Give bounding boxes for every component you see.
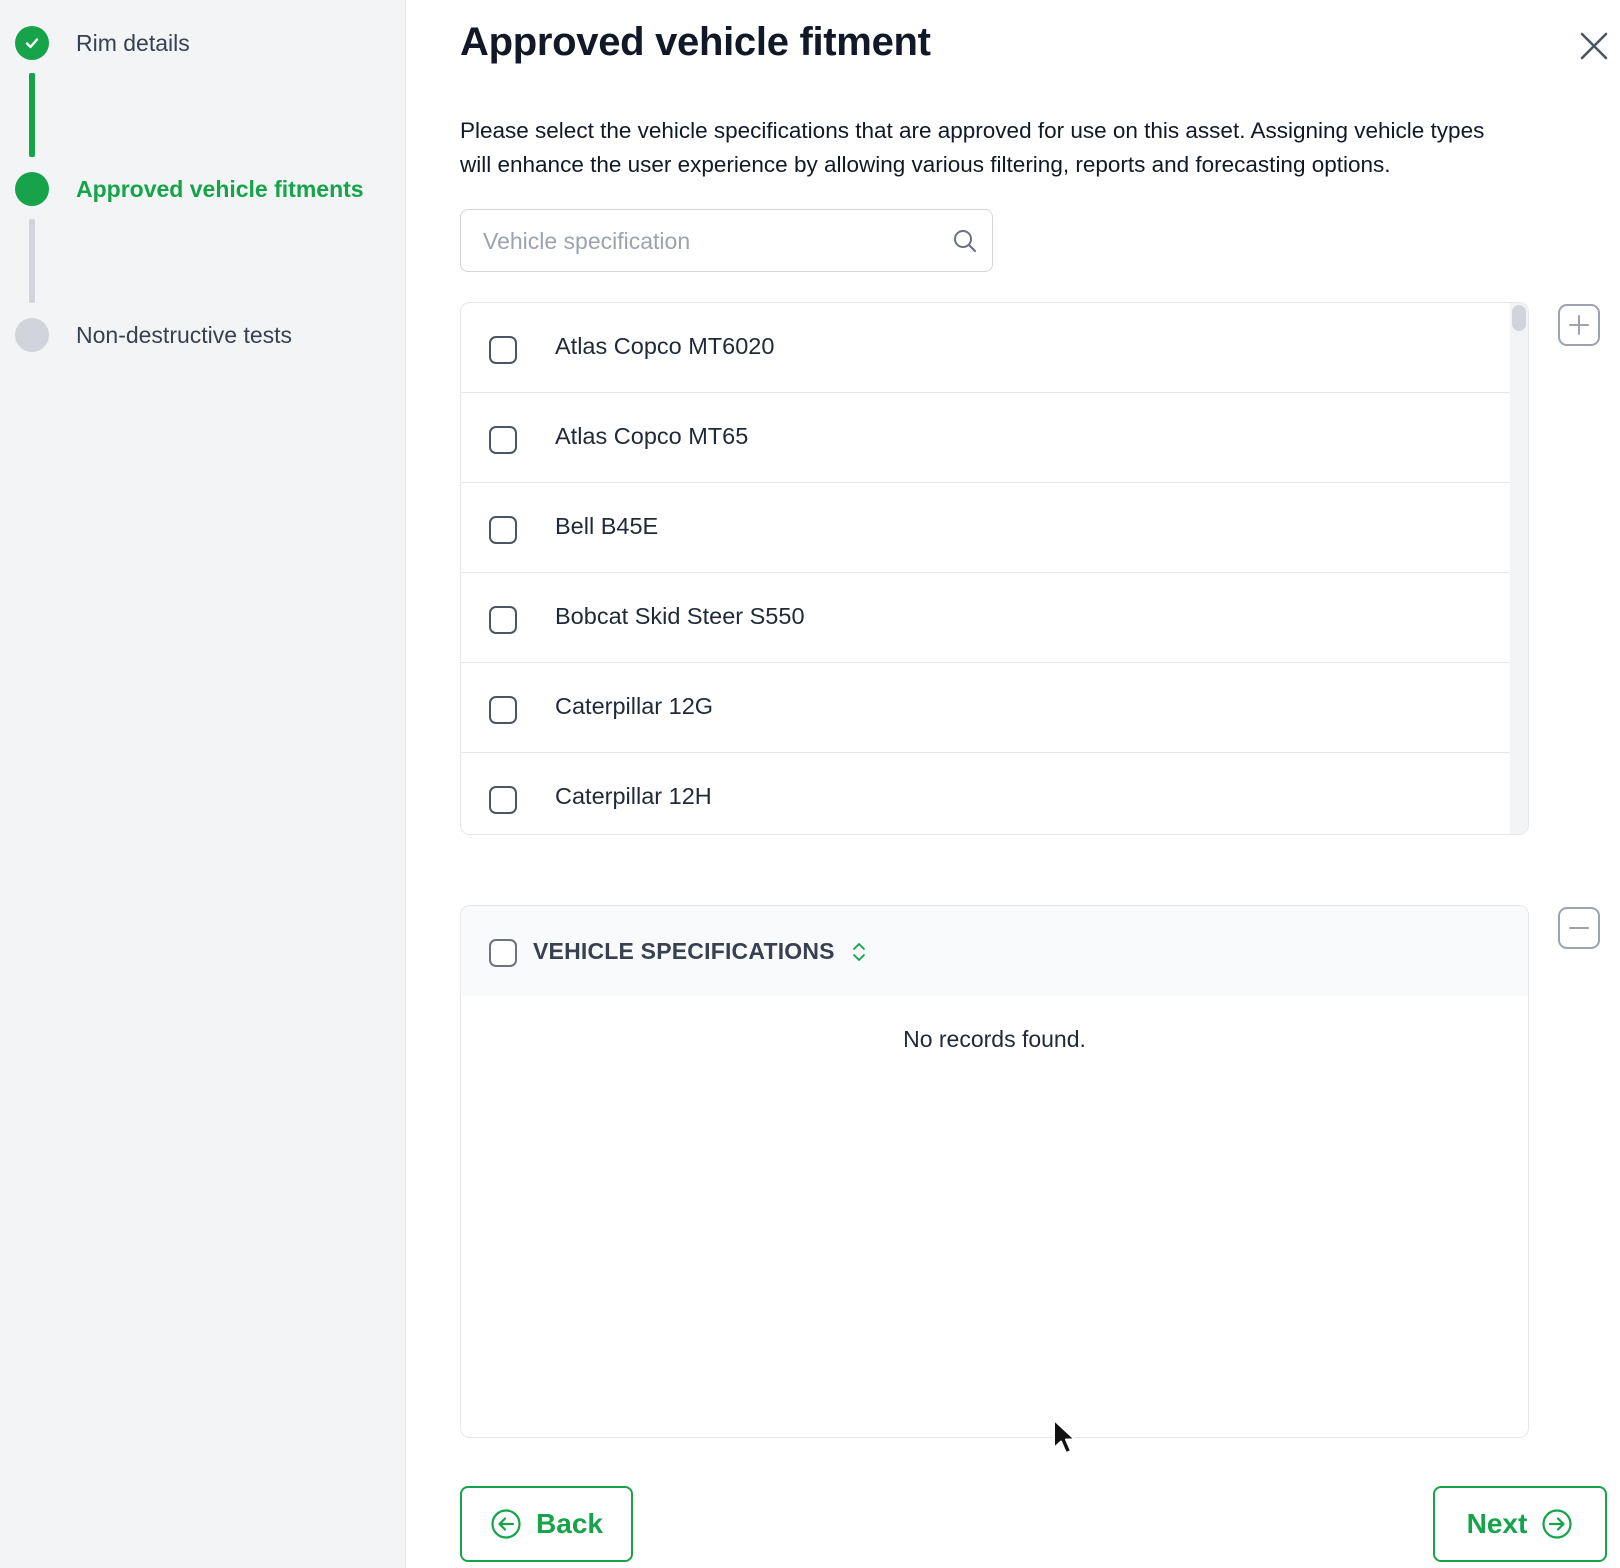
list-item-label: Atlas Copco MT65: [555, 423, 749, 449]
remove-selected-button[interactable]: [1558, 907, 1600, 949]
vehicle-specification-search: [460, 209, 993, 272]
description-line-1: Please select the vehicle specifications…: [460, 118, 1485, 143]
column-header-vehicle-specifications[interactable]: VEHICLE SPECIFICATIONS: [533, 938, 835, 965]
list-item-label: Caterpillar 12H: [555, 783, 712, 809]
list-item-label: Bobcat Skid Steer S550: [555, 603, 805, 629]
list-item-checkbox[interactable]: [489, 426, 517, 454]
list-scrollbar[interactable]: [1510, 303, 1528, 834]
list-item[interactable]: Caterpillar 12G: [461, 663, 1510, 753]
step-completed-check-icon: [15, 26, 49, 60]
step-current-dot: [15, 172, 49, 206]
list-item-label: Bell B45E: [555, 513, 659, 539]
arrow-left-circle-icon: [491, 1509, 521, 1539]
add-selected-button[interactable]: [1558, 304, 1600, 346]
list-item-checkbox[interactable]: [489, 786, 517, 814]
list-item-label: Caterpillar 12G: [555, 693, 714, 719]
step-upcoming-dot: [15, 318, 49, 352]
minus-icon: [1569, 927, 1589, 929]
back-button-label: Back: [536, 1508, 603, 1539]
scrollbar-thumb[interactable]: [1512, 305, 1526, 331]
list-item[interactable]: Atlas Copco MT65: [461, 393, 1510, 483]
fitment-dialog: Approved vehicle fitment Please select t…: [406, 0, 1620, 1568]
page-title: Approved vehicle fitment: [460, 20, 931, 64]
empty-state-message: No records found.: [903, 1026, 1086, 1052]
search-icon: [954, 230, 977, 253]
next-button-label: Next: [1466, 1508, 1528, 1539]
list-item-label: Atlas Copco MT6020: [555, 333, 775, 359]
next-button[interactable]: Next: [1433, 1486, 1607, 1562]
table-header: VEHICLE SPECIFICATIONS: [461, 906, 1528, 996]
mouse-cursor-icon: [1053, 1419, 1076, 1454]
step-connector-upcoming: [29, 219, 35, 303]
list-item-checkbox[interactable]: [489, 606, 517, 634]
selected-specifications-table: VEHICLE SPECIFICATIONS No records found.: [460, 905, 1529, 1438]
list-item-checkbox[interactable]: [489, 516, 517, 544]
back-button[interactable]: Back: [460, 1486, 633, 1562]
search-input[interactable]: [481, 210, 945, 272]
step-connector-completed: [29, 73, 35, 157]
list-item[interactable]: Atlas Copco MT6020: [461, 303, 1510, 393]
list-item-checkbox[interactable]: [489, 696, 517, 724]
plus-icon: [1569, 315, 1589, 335]
list-item[interactable]: Bell B45E: [461, 483, 1510, 573]
close-button[interactable]: [1576, 28, 1612, 64]
close-icon: [1580, 32, 1608, 60]
stepper-sidebar: Rim details Approved vehicle fitments No…: [0, 0, 406, 1568]
step-label-non-destructive-tests[interactable]: Non-destructive tests: [76, 320, 292, 350]
list-item[interactable]: Caterpillar 12H: [461, 753, 1510, 834]
list-item[interactable]: Bobcat Skid Steer S550: [461, 573, 1510, 663]
description-line-2: will enhance the user experience by allo…: [460, 152, 1391, 177]
list-item-checkbox[interactable]: [489, 336, 517, 364]
step-label-rim-details[interactable]: Rim details: [76, 28, 190, 58]
available-vehicle-list: Atlas Copco MT6020 Atlas Copco MT65 Bell…: [460, 302, 1529, 835]
sort-icon[interactable]: [852, 942, 866, 962]
arrow-right-circle-icon: [1542, 1509, 1572, 1539]
step-label-approved-vehicle-fitments[interactable]: Approved vehicle fitments: [76, 174, 364, 204]
description: Please select the vehicle specifications…: [460, 114, 1620, 182]
select-all-checkbox[interactable]: [489, 939, 517, 967]
